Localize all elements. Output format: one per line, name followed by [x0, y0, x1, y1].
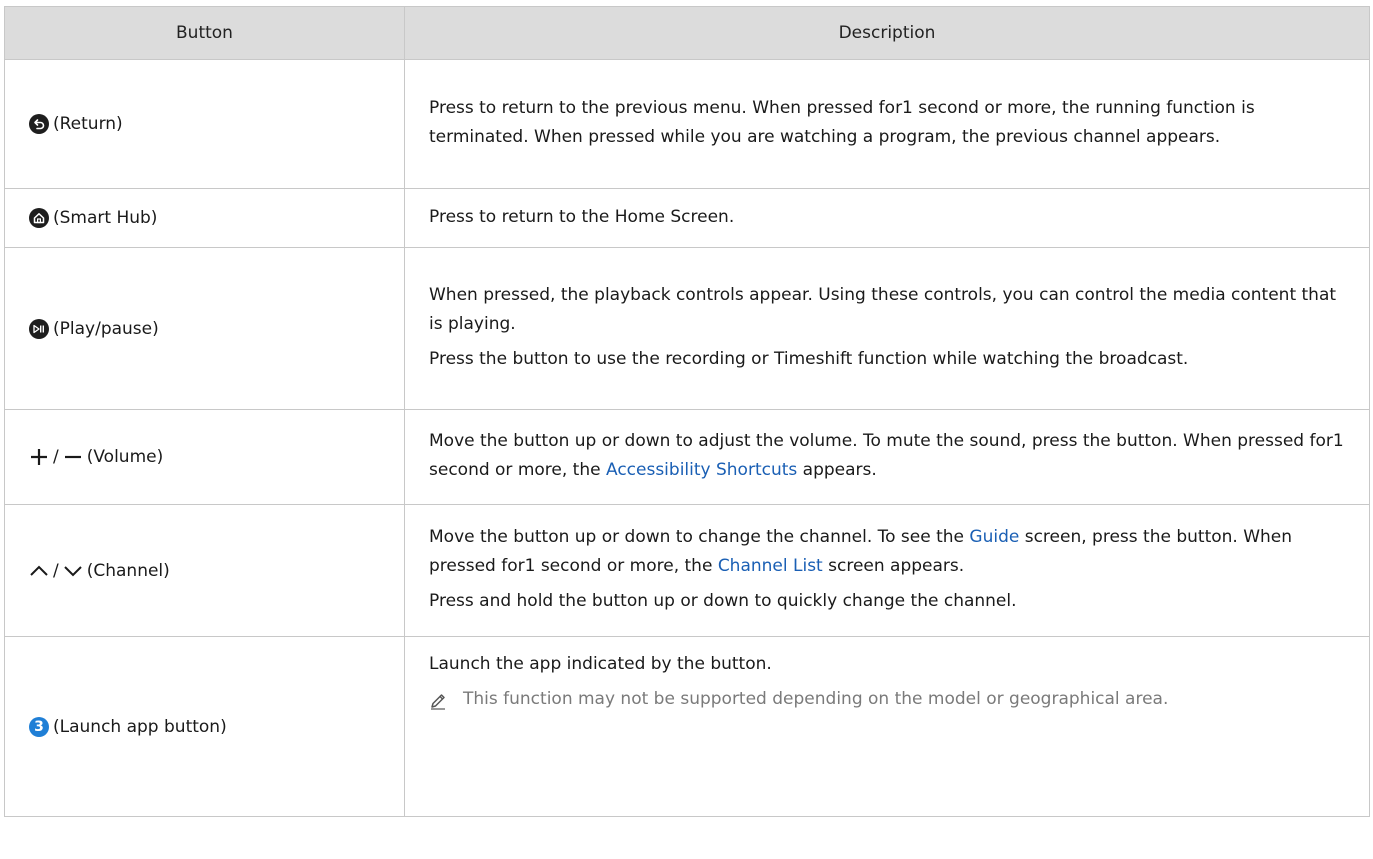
- note: This function may not be supported depen…: [429, 685, 1355, 720]
- chevron-up-icon: [30, 565, 48, 576]
- description-cell: Launch the app indicated by the button. …: [404, 636, 1370, 817]
- description-text: Move the button up or down to change the…: [429, 523, 1355, 581]
- button-label: (Launch app button): [53, 716, 227, 737]
- description-cell: Move the button up or down to change the…: [404, 504, 1370, 637]
- slash-separator: /: [53, 560, 59, 581]
- description-cell: Press to return to the Home Screen.: [404, 188, 1370, 248]
- chevron-down-icon: [64, 565, 82, 576]
- text-span: appears.: [797, 460, 877, 480]
- accessibility-shortcuts-link[interactable]: Accessibility Shortcuts: [606, 460, 797, 480]
- description-text: Move the button up or down to adjust the…: [429, 427, 1355, 485]
- description-text: Launch the app indicated by the button.: [429, 654, 772, 674]
- header-button: Button: [4, 6, 405, 60]
- play-pause-icon: [29, 318, 49, 339]
- table-row: / (Channel) Move the button up or down t…: [4, 504, 1370, 637]
- table-row: (Play/pause) When pressed, the playback …: [4, 247, 1370, 410]
- minus-icon: [64, 455, 81, 459]
- description-text: Press to return to the Home Screen.: [429, 206, 735, 227]
- description-cell: Move the button up or down to adjust the…: [404, 409, 1370, 505]
- description-cell: When pressed, the playback controls appe…: [404, 247, 1370, 410]
- channel-list-link[interactable]: Channel List: [718, 556, 823, 576]
- table-row: (Return) Press to return to the previous…: [4, 59, 1370, 189]
- button-cell: (Play/pause): [4, 247, 405, 410]
- text-span: Move the button up or down to adjust the…: [429, 431, 1344, 480]
- description-text: Press the button to use the recording or…: [429, 349, 1189, 369]
- note-text: This function may not be supported depen…: [463, 689, 1169, 709]
- return-icon: [29, 114, 49, 134]
- table-row: (Smart Hub) Press to return to the Home …: [4, 188, 1370, 248]
- button-label: (Return): [53, 114, 123, 134]
- volume-plus-minus-icon: /: [29, 447, 83, 467]
- button-cell: (Smart Hub): [4, 188, 405, 248]
- pencil-note-icon: [429, 685, 463, 720]
- text-span: screen appears.: [822, 556, 965, 576]
- table-row: 3 (Launch app button) Launch the app ind…: [4, 636, 1370, 817]
- table-header-row: Button Description: [4, 6, 1370, 60]
- text-span: Move the button up or down to change the…: [429, 527, 970, 547]
- home-icon: [29, 208, 49, 228]
- plus-icon: [31, 449, 47, 465]
- button-label: (Channel): [86, 560, 170, 581]
- description-text: When pressed, the playback controls appe…: [429, 285, 1337, 334]
- remote-buttons-table: Button Description (Return) Press to ret…: [4, 6, 1370, 817]
- button-label: (Volume): [86, 447, 164, 467]
- channel-up-down-icon: /: [29, 561, 83, 581]
- description-text: Press and hold the button up or down to …: [429, 591, 1017, 611]
- number-3-icon: 3: [29, 716, 49, 737]
- description-text: Press to return to the previous menu. Wh…: [429, 98, 1255, 147]
- guide-link[interactable]: Guide: [969, 527, 1019, 547]
- button-cell: / (Volume): [4, 409, 405, 505]
- slash-separator: /: [53, 447, 59, 467]
- button-label: (Smart Hub): [53, 208, 158, 228]
- table-row: / (Volume) Move the button up or down to…: [4, 409, 1370, 505]
- description-cell: Press to return to the previous menu. Wh…: [404, 59, 1370, 189]
- button-cell: (Return): [4, 59, 405, 189]
- header-description: Description: [404, 6, 1370, 60]
- button-label: (Play/pause): [53, 318, 159, 339]
- button-cell: / (Channel): [4, 504, 405, 637]
- button-cell: 3 (Launch app button): [4, 636, 405, 817]
